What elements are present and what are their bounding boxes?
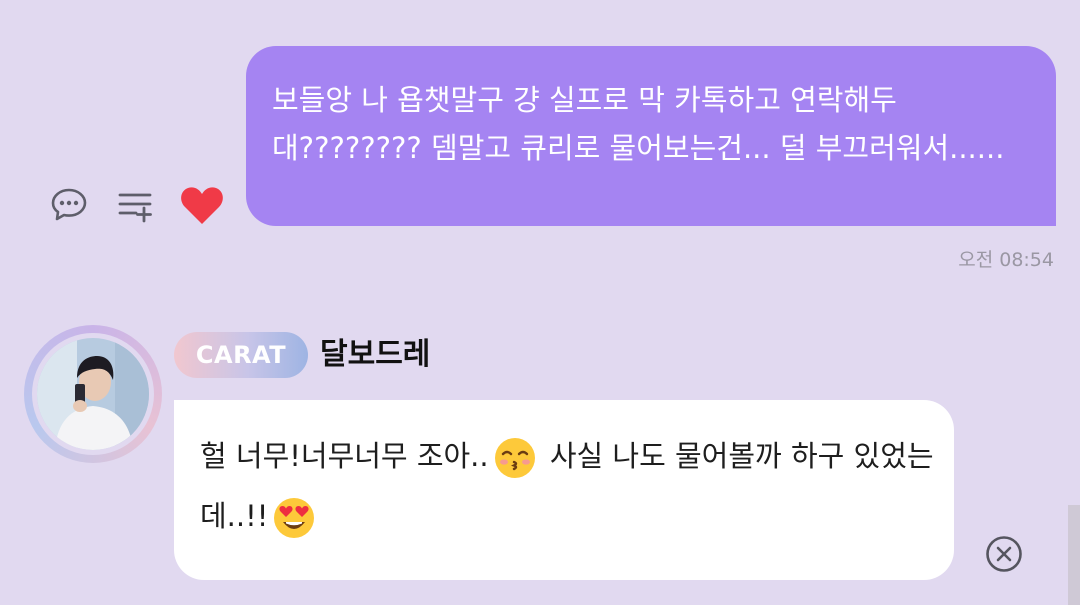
group-tag-badge: CARAT [174, 332, 308, 378]
sent-message-line-1: 보들앙 나 욥챗말구 걍 실프로 막 카톡하고 연락해두 [272, 83, 897, 117]
heart-eyes-emoji [272, 496, 316, 540]
sent-message-bubble[interactable]: 보들앙 나 욥챗말구 걍 실프로 막 카톡하고 연락해두 대???????? 뎀… [246, 46, 1056, 226]
received-text-c: 데..!! [200, 499, 269, 533]
received-message-bubble[interactable]: 헐 너무!너무너무 조아.. 사실 나도 물어볼까 하구 있었는 데..!! [174, 400, 954, 580]
chat-bubbles-icon[interactable] [48, 184, 90, 226]
received-text-a: 헐 너무!너무너무 조아.. [200, 439, 489, 473]
message-actions [48, 182, 226, 228]
received-text-b: 사실 나도 물어볼까 하구 있었는 [549, 439, 934, 473]
received-message-line-2: 데..!! [200, 486, 928, 546]
scrollbar-thumb[interactable] [1068, 505, 1080, 605]
heart-icon[interactable] [178, 182, 226, 228]
sent-message-line-2: 대???????? 뎀말고 큐리로 물어보는건... 덜 부끄러워서...... [272, 131, 1005, 165]
sender-name[interactable]: 달보드레 [320, 335, 430, 375]
received-message-line-1: 헐 너무!너무너무 조아.. 사실 나도 물어볼까 하구 있었는 [200, 426, 934, 486]
add-to-list-icon[interactable] [114, 184, 156, 226]
avatar-photo [37, 338, 149, 450]
close-icon[interactable] [985, 535, 1023, 573]
kissing-face-emoji [493, 436, 537, 480]
avatar[interactable] [24, 325, 162, 463]
message-timestamp: 오전 08:54 [958, 249, 1054, 271]
